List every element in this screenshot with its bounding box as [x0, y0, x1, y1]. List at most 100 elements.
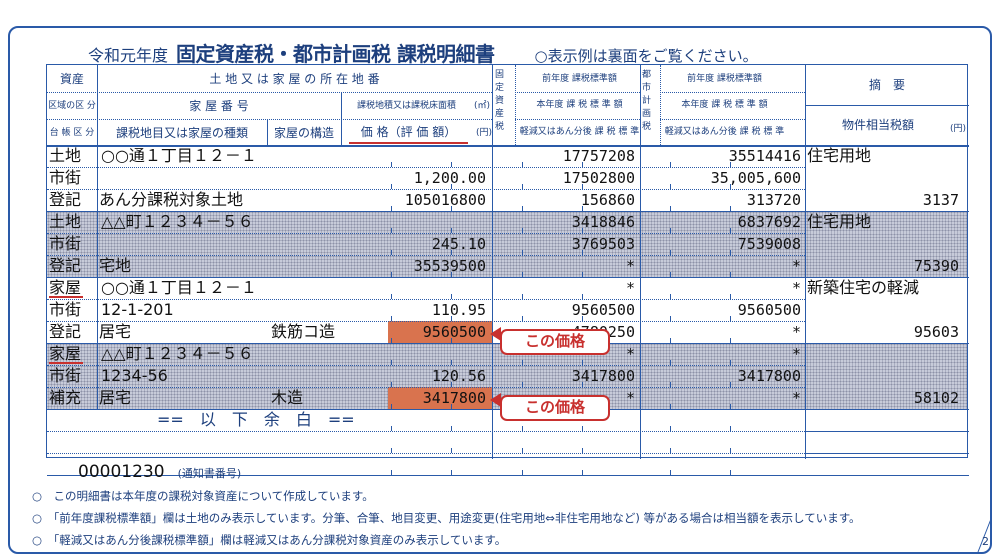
- area-cell: 1,200.00: [413, 169, 486, 187]
- note-2: ○ 「前年度課税標準額」欄は土地のみ表示しています。分筆、合筆、地目変更、用途変…: [32, 511, 861, 525]
- price-cell: 9560500: [422, 323, 486, 341]
- row-class-label: 補充: [49, 388, 82, 407]
- price-cell: 3417800: [422, 389, 486, 407]
- row-rule: [805, 343, 969, 344]
- city-tax-base-cell: 35,005,600: [710, 169, 801, 187]
- row-class-label: 土地: [49, 212, 82, 231]
- tick-mark: [391, 470, 392, 475]
- blank-marker: == 以 下 余 白 ==: [157, 410, 355, 429]
- header-location: 土 地 又 は 家 屋 の 所 在 地 番: [209, 72, 380, 86]
- notice-number-label: (通知書番号): [177, 467, 242, 480]
- tick-mark: [582, 448, 583, 453]
- remark-cell: 住宅用地: [807, 146, 872, 165]
- fixed-tax-base-cell: 17502800: [562, 169, 635, 187]
- tick-mark: [670, 448, 671, 453]
- header-district: 区域の区 分: [48, 101, 96, 111]
- row-class-label: 登記: [49, 322, 82, 341]
- header-fixed-current: 本年度 課 税 標 準 額: [536, 100, 623, 110]
- fixed-tax-base-cell: 156860: [580, 191, 635, 209]
- row-class-label: 登記: [49, 256, 82, 275]
- price-cell: 35539500: [413, 257, 486, 275]
- city-tax-base-cell: 7539008: [737, 235, 801, 253]
- row-class-label: 家屋: [49, 344, 82, 363]
- location-cell: ○○通１丁目１２－１: [101, 146, 257, 165]
- header-row-rule: [515, 92, 640, 93]
- shaded-row-band: [806, 233, 967, 255]
- tick-mark: [670, 426, 671, 431]
- remark-cell: 新築住宅の軽減: [807, 278, 920, 297]
- header-fixed-asset-tax: 固定資産税: [494, 70, 504, 132]
- header-area-unit: (㎡): [473, 101, 491, 111]
- city-tax-base-cell: 313720: [746, 191, 801, 209]
- tick-mark: [730, 426, 731, 431]
- location-cell: △△町１２３４－５６: [101, 344, 254, 363]
- document-title: 固定資産税・都市計画税 課税明細書: [176, 42, 495, 66]
- header-row-rule: [47, 92, 492, 93]
- header-structure: 家屋の構造: [273, 126, 334, 140]
- header-asset: 資産: [59, 72, 84, 86]
- shaded-row-band: [806, 365, 967, 387]
- location-cell: ○○通１丁目１２－１: [101, 278, 257, 297]
- header-area: 課税地積又は課税床面積: [356, 101, 456, 111]
- city-tax-base-cell: 9560500: [737, 301, 801, 319]
- area-cell: 120.56: [431, 367, 486, 385]
- row-class-label: 市街: [49, 234, 82, 253]
- city-tax-base-cell: 3417800: [737, 367, 801, 385]
- land-type-cell: あん分課税対象土地: [99, 190, 244, 209]
- header-assessed-price: 価 格（評 価 額）: [360, 125, 457, 139]
- price-underline: [349, 142, 468, 144]
- fixed-tax-base-cell: *: [625, 257, 635, 275]
- tick-mark: [730, 448, 731, 453]
- property-tax-cell: 58102: [913, 389, 959, 407]
- header-registry: 台 帳 区 分: [49, 128, 95, 138]
- city-tax-base-cell: *: [791, 257, 801, 275]
- header-property-tax: 物件相当税額: [841, 118, 914, 132]
- row-class-label: 市街: [49, 300, 82, 319]
- building-underline: [49, 362, 83, 364]
- city-tax-base-cell: *: [791, 279, 801, 297]
- location-cell: △△町１２３４－５６: [101, 212, 254, 231]
- title-row: 令和元年度 固定資産税・都市計画税 課税明細書 ○表示例は裏面をご覧ください。: [88, 38, 758, 66]
- fixed-tax-base-cell: 3418846: [571, 213, 635, 231]
- column-rule: [515, 65, 516, 145]
- fiscal-year: 令和元年度: [88, 46, 169, 65]
- city-tax-base-cell: 6837692: [737, 213, 801, 231]
- city-tax-base-cell: *: [791, 345, 801, 363]
- header-row-rule: [660, 92, 805, 93]
- page-number: 2: [976, 517, 992, 553]
- remark-cell: 住宅用地: [807, 212, 872, 231]
- row-rule: [805, 431, 969, 432]
- row-class-label: 市街: [49, 366, 82, 385]
- header-tax-unit: (円): [949, 124, 967, 134]
- header-fixed-prev: 前年度 課税標準額: [542, 74, 617, 84]
- price-cell: 105016800: [404, 191, 486, 209]
- tick-mark: [670, 470, 671, 475]
- row-rule: [805, 409, 969, 410]
- city-tax-base-cell: 35514416: [728, 147, 801, 165]
- fixed-tax-base-cell: *: [625, 279, 635, 297]
- tick-mark: [391, 448, 392, 453]
- column-rule: [660, 65, 661, 145]
- fixed-tax-base-cell: 9560500: [571, 301, 635, 319]
- land-type-cell: 居宅: [99, 388, 132, 407]
- tick-mark: [522, 448, 523, 453]
- fixed-tax-base-cell: 3417800: [571, 367, 635, 385]
- row-class-label: 土地: [49, 146, 82, 165]
- property-tax-cell: 75390: [913, 257, 959, 275]
- tick-mark: [451, 470, 452, 475]
- tick-mark: [451, 426, 452, 431]
- row-rule: [805, 475, 969, 476]
- row-class-label: 家屋: [49, 278, 82, 297]
- header-remarks: 摘 要: [868, 78, 905, 92]
- property-tax-cell: 95603: [913, 323, 959, 341]
- header-row-rule: [660, 119, 805, 120]
- tick-mark: [730, 470, 731, 475]
- reference-note: ○表示例は裏面をご覧ください。: [534, 47, 758, 65]
- property-tax-cell: 3137: [922, 191, 959, 209]
- header-city-reduced: 軽減又はあん分後 課 税 標 準 額: [664, 127, 785, 137]
- structure-cell: 木造: [271, 388, 304, 407]
- notice-number-value: 00001230: [78, 462, 165, 482]
- header-land-type: 課税地目又は家屋の種類: [115, 126, 248, 140]
- city-tax-base-cell: *: [791, 323, 801, 341]
- row-rule: [47, 453, 805, 454]
